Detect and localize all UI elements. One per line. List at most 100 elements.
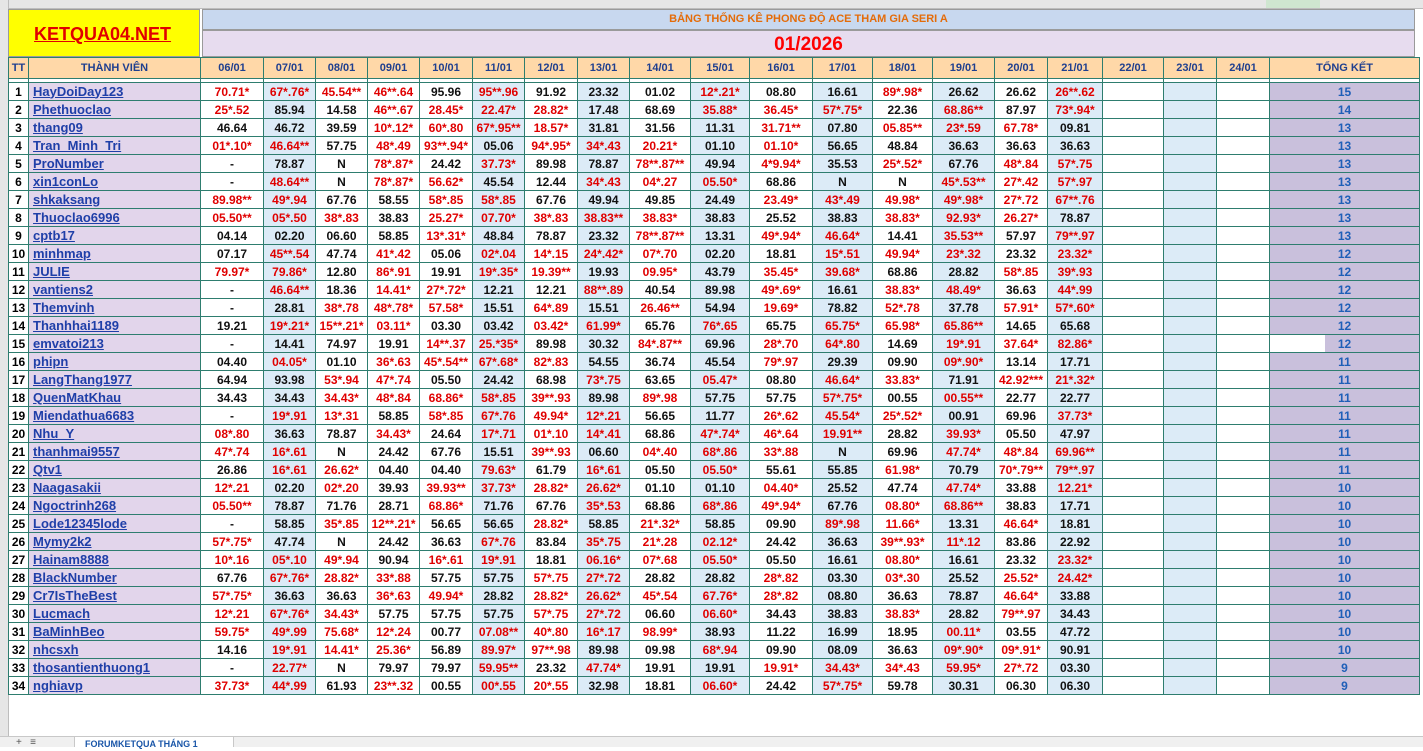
- result-cell[interactable]: 68.86: [629, 496, 691, 515]
- result-cell[interactable]: 14.41: [872, 226, 933, 245]
- result-cell[interactable]: 49*.94: [315, 550, 368, 569]
- result-cell[interactable]: 01*.10*: [200, 136, 264, 155]
- result-cell[interactable]: 36.63: [812, 532, 873, 551]
- result-cell[interactable]: 46*.64: [749, 424, 813, 443]
- result-cell[interactable]: 39.68*: [812, 262, 873, 281]
- result-cell[interactable]: 23.32: [577, 226, 630, 245]
- row-number[interactable]: 28: [8, 568, 29, 587]
- result-cell[interactable]: 02.20: [263, 478, 316, 497]
- result-cell[interactable]: 68*.86: [690, 496, 750, 515]
- result-cell[interactable]: 46.72: [263, 118, 316, 137]
- result-cell[interactable]: 69.96: [872, 442, 933, 461]
- total-cell[interactable]: 10: [1269, 550, 1420, 569]
- member-name-link[interactable]: Miendathua6683: [28, 406, 201, 425]
- result-cell[interactable]: 04*.40: [629, 442, 691, 461]
- result-cell[interactable]: -: [200, 406, 264, 425]
- result-cell[interactable]: 33.88: [1047, 586, 1103, 605]
- result-cell[interactable]: 33.83*: [872, 370, 933, 389]
- result-cell[interactable]: 48*.49: [367, 136, 420, 155]
- result-cell[interactable]: 06.30: [994, 676, 1048, 695]
- result-cell[interactable]: 36.63: [263, 424, 316, 443]
- empty-cell[interactable]: [1163, 280, 1217, 299]
- member-name-link[interactable]: JULIE: [28, 262, 201, 281]
- result-cell[interactable]: 19.21: [200, 316, 264, 335]
- result-cell[interactable]: 24.42: [419, 154, 473, 173]
- result-cell[interactable]: 26.62: [994, 82, 1048, 101]
- date-header[interactable]: 22/01: [1102, 57, 1164, 79]
- member-name-link[interactable]: ProNumber: [28, 154, 201, 173]
- result-cell[interactable]: 45.54**: [315, 82, 368, 101]
- result-cell[interactable]: 39**.93*: [872, 532, 933, 551]
- result-cell[interactable]: 04*.27: [629, 172, 691, 191]
- empty-cell[interactable]: [1102, 316, 1164, 335]
- result-cell[interactable]: 49*.69*: [749, 280, 813, 299]
- member-name-link[interactable]: BlackNumber: [28, 568, 201, 587]
- result-cell[interactable]: 30.32: [577, 334, 630, 353]
- empty-cell[interactable]: [1102, 118, 1164, 137]
- member-name-link[interactable]: Qtv1: [28, 460, 201, 479]
- result-cell[interactable]: 44*.99: [263, 676, 316, 695]
- result-cell[interactable]: 28.45*: [419, 100, 473, 119]
- result-cell[interactable]: 48*.78*: [367, 298, 420, 317]
- result-cell[interactable]: 24.64: [419, 424, 473, 443]
- result-cell[interactable]: 12*.21*: [690, 82, 750, 101]
- result-cell[interactable]: 49.98*: [872, 190, 933, 209]
- row-number[interactable]: 32: [8, 640, 29, 659]
- member-name-link[interactable]: Naagasakii: [28, 478, 201, 497]
- result-cell[interactable]: 57*.75: [1047, 154, 1103, 173]
- result-cell[interactable]: 79.86*: [263, 262, 316, 281]
- result-cell[interactable]: 58.85: [577, 514, 630, 533]
- row-number[interactable]: 2: [8, 100, 29, 119]
- empty-cell[interactable]: [1102, 442, 1164, 461]
- result-cell[interactable]: 19*.21*: [263, 316, 316, 335]
- result-cell[interactable]: 89.98**: [200, 190, 264, 209]
- result-cell[interactable]: 34.43: [200, 388, 264, 407]
- member-name-link[interactable]: Lode12345lode: [28, 514, 201, 533]
- result-cell[interactable]: 30.31: [932, 676, 995, 695]
- result-cell[interactable]: 47.74: [872, 478, 933, 497]
- result-cell[interactable]: 47.74*: [932, 478, 995, 497]
- result-cell[interactable]: 57*.75*: [812, 676, 873, 695]
- result-cell[interactable]: 68.86*: [419, 496, 473, 515]
- empty-cell[interactable]: [1163, 208, 1217, 227]
- result-cell[interactable]: 48.84: [472, 226, 525, 245]
- result-cell[interactable]: 65.86**: [932, 316, 995, 335]
- result-cell[interactable]: 35*.53: [577, 496, 630, 515]
- result-cell[interactable]: 48*.84: [367, 388, 420, 407]
- row-number[interactable]: 34: [8, 676, 29, 695]
- total-cell[interactable]: 10: [1269, 514, 1420, 533]
- member-name-link[interactable]: Lucmach: [28, 604, 201, 623]
- result-cell[interactable]: 47.72: [1047, 622, 1103, 641]
- result-cell[interactable]: 57*.75*: [812, 100, 873, 119]
- empty-cell[interactable]: [1102, 676, 1164, 695]
- result-cell[interactable]: 90.94: [367, 550, 420, 569]
- result-cell[interactable]: 93.98: [263, 370, 316, 389]
- result-cell[interactable]: 20*.55: [524, 676, 578, 695]
- result-cell[interactable]: 46.64*: [994, 586, 1048, 605]
- total-cell[interactable]: 10: [1269, 478, 1420, 497]
- result-cell[interactable]: 26.27*: [994, 208, 1048, 227]
- member-name-link[interactable]: thanhmai9557: [28, 442, 201, 461]
- result-cell[interactable]: 10*.12*: [367, 118, 420, 137]
- result-cell[interactable]: 89*.98*: [872, 82, 933, 101]
- total-cell[interactable]: 11: [1269, 442, 1420, 461]
- empty-cell[interactable]: [1102, 496, 1164, 515]
- empty-cell[interactable]: [1163, 172, 1217, 191]
- result-cell[interactable]: 57.75: [472, 604, 525, 623]
- empty-cell[interactable]: [1216, 280, 1270, 299]
- row-number[interactable]: 7: [8, 190, 29, 209]
- result-cell[interactable]: 61.99*: [577, 316, 630, 335]
- result-cell[interactable]: 39*.93: [1047, 262, 1103, 281]
- result-cell[interactable]: 97**.98: [524, 640, 578, 659]
- result-cell[interactable]: 68.86: [749, 172, 813, 191]
- row-number[interactable]: 12: [8, 280, 29, 299]
- empty-cell[interactable]: [1102, 550, 1164, 569]
- result-cell[interactable]: 27*.42: [994, 172, 1048, 191]
- result-cell[interactable]: 47.97: [1047, 424, 1103, 443]
- result-cell[interactable]: 36.63: [315, 586, 368, 605]
- result-cell[interactable]: 19.91*: [749, 658, 813, 677]
- result-cell[interactable]: 36*.63: [367, 352, 420, 371]
- result-cell[interactable]: 25.*35*: [472, 334, 525, 353]
- result-cell[interactable]: 95**.96: [472, 82, 525, 101]
- empty-cell[interactable]: [1102, 100, 1164, 119]
